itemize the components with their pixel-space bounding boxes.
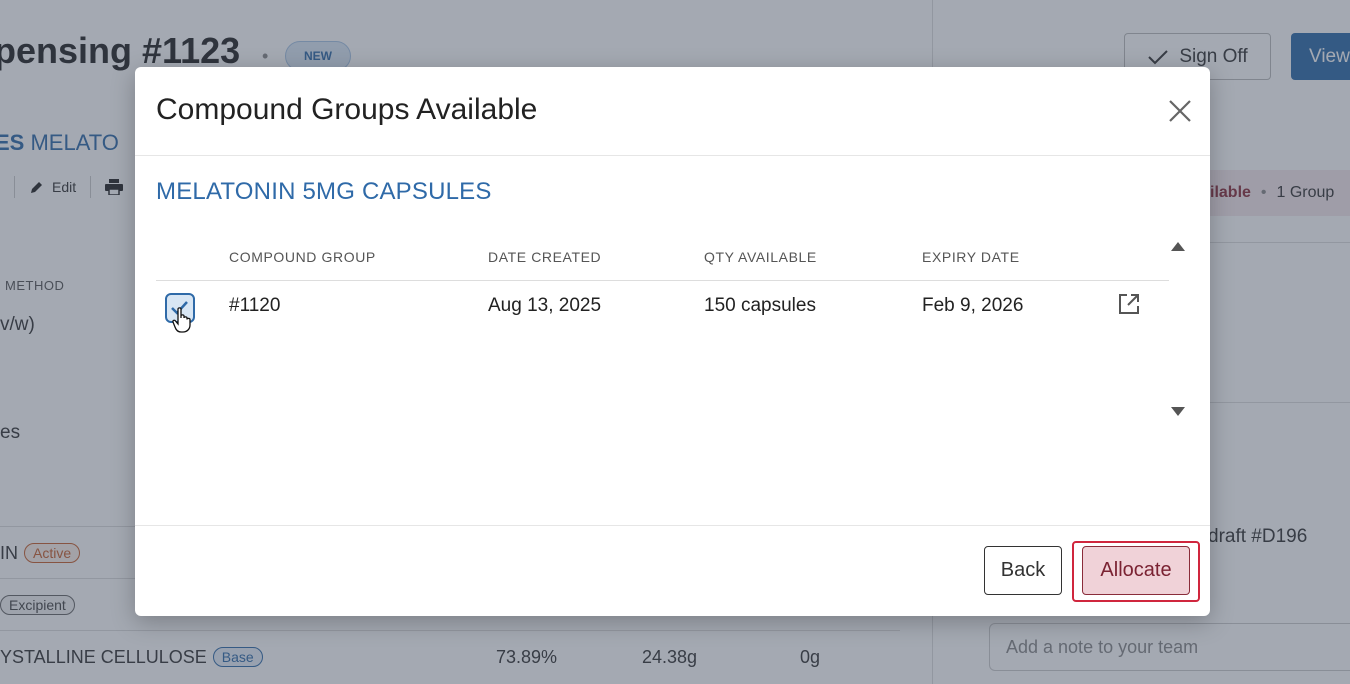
- scroll-up-arrow-icon[interactable]: [1171, 242, 1185, 251]
- column-header-compound-group: COMPOUND GROUP: [229, 249, 376, 265]
- column-header-expiry-date: EXPIRY DATE: [922, 249, 1020, 265]
- expiry-date: Feb 9, 2026: [922, 295, 1024, 316]
- open-compound-group-link[interactable]: [1118, 293, 1140, 315]
- table-row[interactable]: #1120 Aug 13, 2025 150 capsules Feb 9, 2…: [156, 281, 1169, 333]
- compound-groups-modal: Compound Groups Available MELATONIN 5MG …: [135, 67, 1210, 616]
- allocate-button[interactable]: Allocate: [1082, 546, 1190, 595]
- column-header-qty-available: QTY AVAILABLE: [704, 249, 817, 265]
- hand-pointer-icon: [172, 307, 191, 333]
- close-icon: [1169, 100, 1191, 122]
- compound-group-id: #1120: [229, 295, 281, 316]
- external-link-icon: [1119, 294, 1139, 314]
- date-created: Aug 13, 2025: [488, 295, 602, 316]
- scroll-down-arrow-icon[interactable]: [1171, 407, 1185, 416]
- qty-available: 150 capsules: [704, 295, 816, 316]
- close-button[interactable]: [1165, 96, 1195, 126]
- back-button[interactable]: Back: [984, 546, 1062, 595]
- modal-title: Compound Groups Available: [156, 93, 538, 126]
- product-name: MELATONIN 5MG CAPSULES: [156, 178, 492, 205]
- column-header-date-created: DATE CREATED: [488, 249, 602, 265]
- modal-header: Compound Groups Available: [135, 67, 1210, 156]
- modal-footer: Back Allocate: [135, 525, 1210, 617]
